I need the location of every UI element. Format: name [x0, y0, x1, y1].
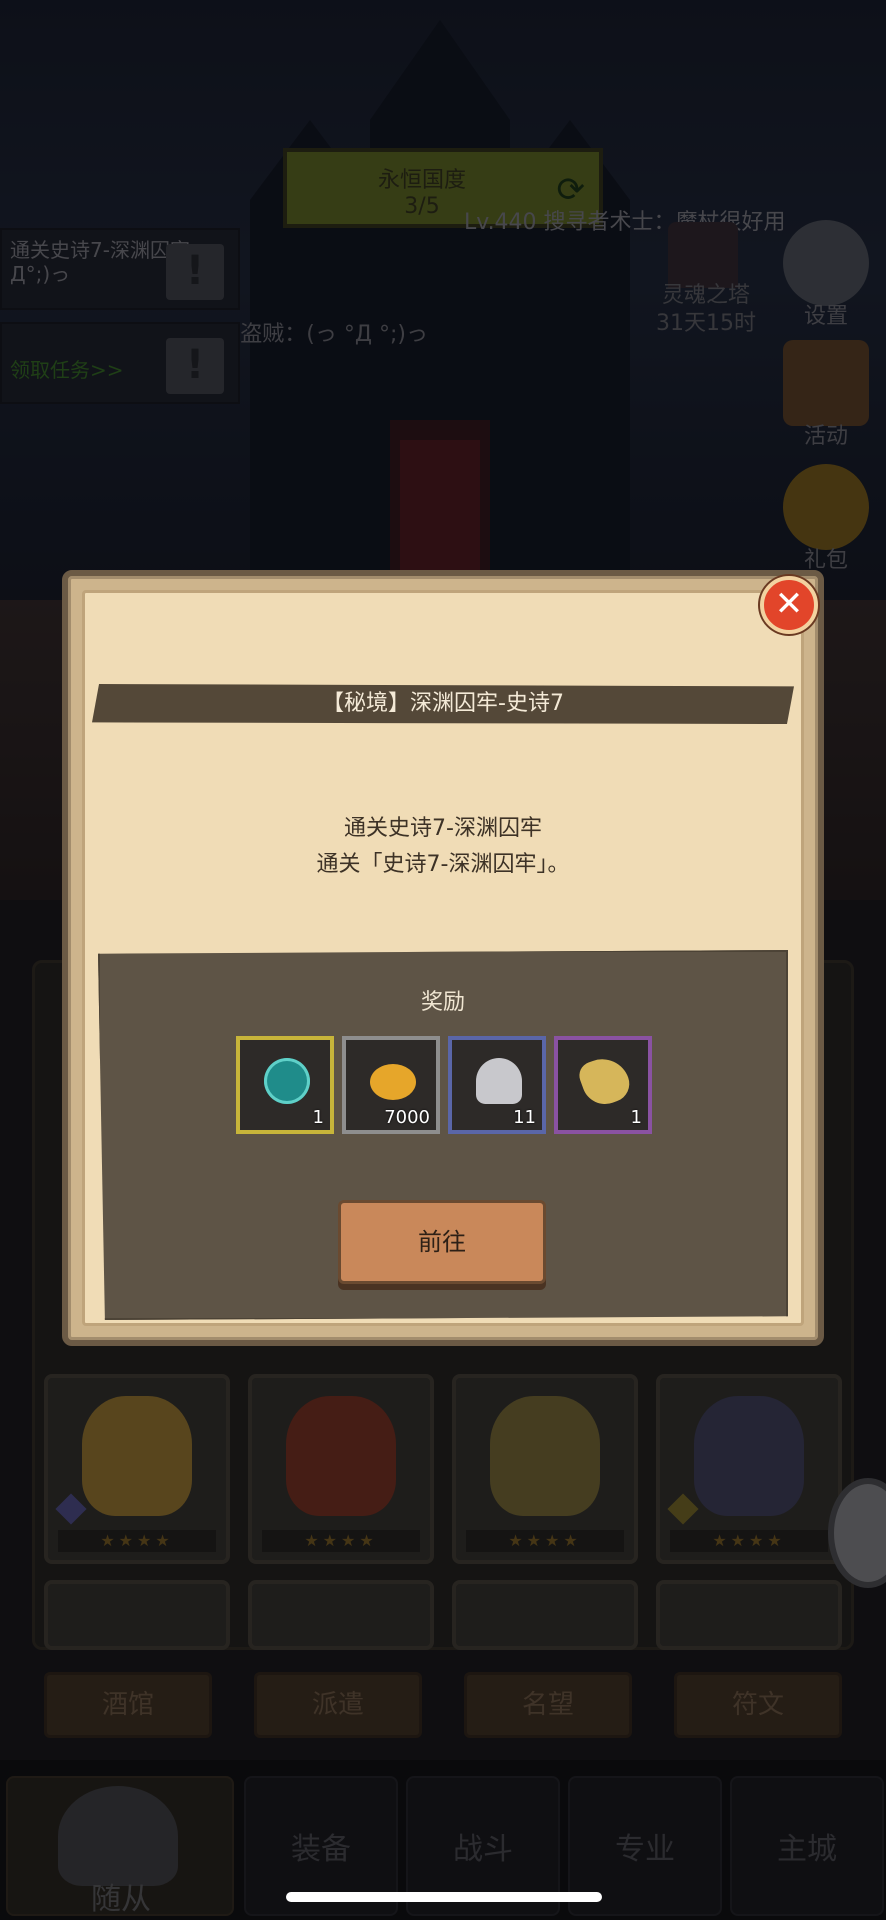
helmet-icon	[476, 1058, 522, 1104]
reward-item[interactable]: 11	[448, 1036, 546, 1134]
gold-coin-icon	[370, 1064, 416, 1100]
home-indicator[interactable]	[286, 1892, 602, 1902]
rune-coin-icon	[264, 1058, 310, 1104]
ore-icon	[575, 1051, 635, 1111]
reward-title: 奖励	[420, 990, 465, 1015]
reward-item[interactable]: 1	[554, 1036, 652, 1134]
close-icon[interactable]: ✕	[760, 576, 818, 634]
reward-count: 11	[513, 1107, 536, 1128]
go-button[interactable]: 前往	[338, 1200, 546, 1284]
reward-count: 7000	[384, 1107, 430, 1128]
reward-count: 1	[312, 1107, 324, 1128]
reward-count: 1	[630, 1107, 642, 1128]
quest-objective: 通关史诗7-深渊囚牢	[344, 816, 542, 841]
reward-item[interactable]: 7000	[342, 1036, 440, 1134]
reward-item[interactable]: 1	[236, 1036, 334, 1134]
modal-title: 【秘境】深渊囚牢-史诗7	[92, 684, 794, 724]
quest-description: 通关「史诗7-深渊囚牢」。	[316, 852, 570, 877]
